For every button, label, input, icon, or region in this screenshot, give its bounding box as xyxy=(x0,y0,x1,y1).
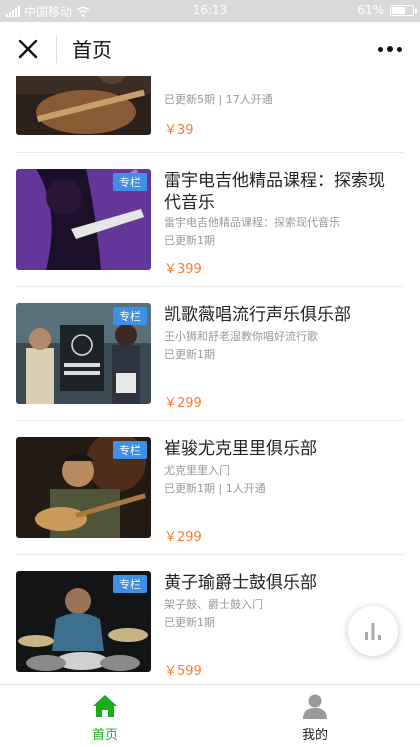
course-thumbnail: 专栏 xyxy=(16,437,151,538)
bar-chart-icon xyxy=(365,623,381,640)
course-price: ￥399 xyxy=(164,262,202,277)
course-subtitle: 架子鼓、爵士鼓入门 xyxy=(164,598,263,611)
status-bar: 中国移动 16:13 61% xyxy=(0,0,420,22)
course-meta: 已更新1期 | 1人开通 xyxy=(164,482,266,495)
course-subtitle: 尤克里里入门 xyxy=(164,464,230,477)
close-button[interactable] xyxy=(10,31,46,67)
navigation-bar: 首页 xyxy=(0,22,420,76)
more-button[interactable] xyxy=(372,31,408,67)
nav-divider xyxy=(56,35,57,63)
list-item[interactable]: 专栏 凯歌薇唱流行声乐俱乐部 王小狮和舒老湿教你唱好流行歌 已更新1期 ￥299 xyxy=(0,286,420,420)
course-subtitle: 王小狮和舒老湿教你唱好流行歌 xyxy=(164,330,318,343)
course-subtitle: 雷宇电吉他精品课程：探索现代音乐 xyxy=(164,216,340,229)
tab-mine[interactable]: 我的 xyxy=(210,685,420,747)
close-icon xyxy=(18,39,38,59)
user-icon xyxy=(303,694,327,719)
tab-label: 我的 xyxy=(301,728,328,743)
course-meta: 已更新1期 xyxy=(164,348,215,361)
column-badge: 专栏 xyxy=(113,441,147,459)
tab-label: 首页 xyxy=(91,728,118,743)
tab-home[interactable]: 首页 xyxy=(0,685,210,747)
stats-button[interactable] xyxy=(348,606,398,656)
home-icon xyxy=(93,695,117,717)
more-icon xyxy=(378,46,383,52)
course-price: ￥299 xyxy=(164,396,202,411)
course-thumbnail: 专栏 xyxy=(16,571,151,672)
course-meta: 已更新5期 | 17人开通 xyxy=(164,93,273,106)
course-title: 凯歌薇唱流行声乐俱乐部 xyxy=(164,305,351,325)
list-item[interactable]: 专栏 雷宇电吉他精品课程：探索现代音乐 雷宇电吉他精品课程：探索现代音乐 已更新… xyxy=(0,152,420,286)
battery-icon xyxy=(390,4,417,16)
course-price: ￥299 xyxy=(164,530,202,545)
course-list[interactable]: 已更新5期 | 17人开通 ￥39 专栏 雷宇电吉他精品课程：探索现代音乐 雷宇… xyxy=(0,76,420,684)
course-title: 黄子瑜爵士鼓俱乐部 xyxy=(164,573,317,593)
course-meta: 已更新1期 xyxy=(164,616,215,629)
course-title: 崔骏尤克里里俱乐部 xyxy=(164,439,317,459)
column-badge: 专栏 xyxy=(113,173,147,191)
battery-percent: 61% xyxy=(357,3,384,17)
page-title: 首页 xyxy=(72,38,112,62)
course-thumbnail: 专栏 xyxy=(16,303,151,404)
course-thumbnail xyxy=(16,76,151,135)
course-meta: 已更新1期 xyxy=(164,234,215,247)
course-price: ￥39 xyxy=(164,123,194,138)
list-item[interactable]: 已更新5期 | 17人开通 ￥39 xyxy=(0,76,420,152)
tab-bar: 首页 我的 xyxy=(0,684,420,747)
course-price: ￥599 xyxy=(164,664,202,679)
course-title: 雷宇电吉他精品课程：探索现代音乐 xyxy=(164,171,385,213)
column-badge: 专栏 xyxy=(113,575,147,593)
list-item[interactable]: 专栏 崔骏尤克里里俱乐部 尤克里里入门 已更新1期 | 1人开通 ￥299 xyxy=(0,420,420,554)
course-thumbnail: 专栏 xyxy=(16,169,151,270)
column-badge: 专栏 xyxy=(113,307,147,325)
